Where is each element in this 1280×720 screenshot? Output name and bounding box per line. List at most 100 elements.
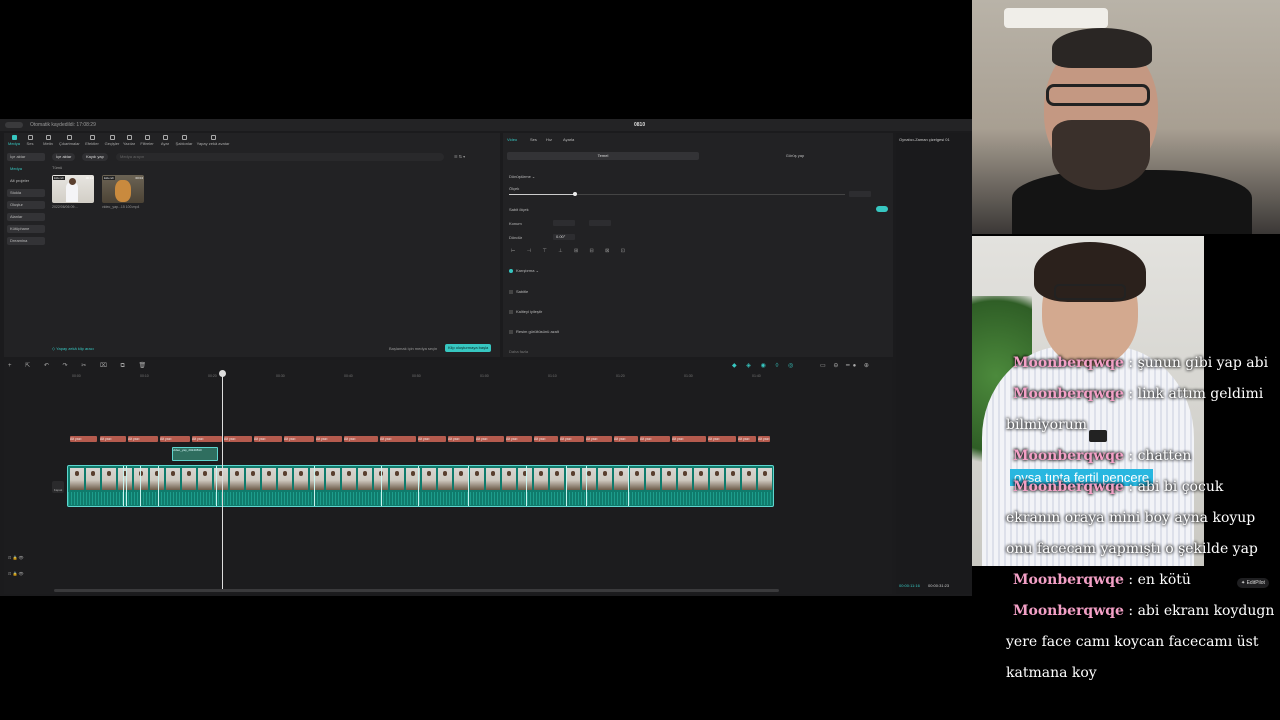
clip-cut-marker[interactable]: [566, 466, 567, 506]
edit-tools[interactable]: + ⇱ ↶ ↷ ✂ ⌧ ⧉ 🗑: [8, 362, 152, 370]
record-button[interactable]: Kaydı yap: [82, 153, 108, 161]
subtitle-clip[interactable]: Alt yazı: [284, 436, 314, 442]
clip-cut-marker[interactable]: [314, 466, 315, 506]
tab-adjust[interactable]: Ayarla: [563, 137, 574, 142]
tool-effects[interactable]: Efektler: [82, 135, 102, 146]
snap-tools[interactable]: ◆ ◈ ◉ ◊ ◎: [732, 362, 797, 369]
subtitle-clip[interactable]: Alt yazı: [418, 436, 446, 442]
tab-audio[interactable]: Ses: [530, 137, 537, 142]
enhance-section[interactable]: Kaliteyi iyileştir: [509, 309, 542, 314]
media-thumb-1[interactable]: Eklendi 00:11: [52, 175, 94, 203]
tool-templates[interactable]: Şablonlar: [174, 135, 194, 146]
ruler-tick: 00:30: [276, 374, 285, 378]
sidebar-item-stock[interactable]: Stokla: [7, 189, 45, 197]
subtitle-clip[interactable]: Alt yazı: [560, 436, 584, 442]
subtitle-clip[interactable]: Alt yazı: [128, 436, 158, 442]
subtitle-clip[interactable]: Alt yazı: [672, 436, 706, 442]
clip-cut-marker[interactable]: [526, 466, 527, 506]
tool-adjust[interactable]: Ayar: [155, 135, 175, 146]
tab-video[interactable]: Video: [507, 137, 517, 142]
media-thumb-2[interactable]: Eklendi 00:04: [102, 175, 144, 203]
subtitle-clip[interactable]: Alt yazı: [448, 436, 474, 442]
overlay-track-controls[interactable]: ⊡ 🔒 👁: [8, 571, 24, 576]
position-x-field[interactable]: [553, 220, 575, 226]
subtitle-clip[interactable]: Alt yazı: [224, 436, 252, 442]
import-button[interactable]: İçe aktar: [52, 153, 76, 161]
denoise-section[interactable]: Resim gürültüsünü azalt: [509, 329, 559, 334]
subtitle-clip[interactable]: Alt yazı: [506, 436, 532, 442]
tool-ai-avatar[interactable]: Yapay zekâ avatar: [196, 135, 230, 146]
sidebar-item-import[interactable]: İçe aktar: [7, 153, 45, 161]
transform-label[interactable]: Dönüştürme ⌄: [509, 174, 535, 179]
scale-slider-handle[interactable]: [573, 192, 577, 196]
enhance-checkbox[interactable]: [509, 309, 513, 314]
scale-slider-track[interactable]: [575, 194, 845, 195]
start-clip-button[interactable]: Klip oluşturmaya başla: [445, 344, 492, 352]
cover-button[interactable]: Kapak: [52, 481, 64, 493]
subtitle-clip[interactable]: Alt yazı: [100, 436, 126, 442]
search-input[interactable]: Medya arayın: [116, 153, 444, 161]
subtitle-clip[interactable]: Alt yazı: [254, 436, 282, 442]
zoom-controls[interactable]: ▭ ⊖ ━● ⊕: [820, 362, 872, 369]
subtitle-clip[interactable]: Alt yazı: [380, 436, 416, 442]
subtitle-clip[interactable]: Alt yazı: [738, 436, 756, 442]
subtitle-clip[interactable]: Alt yazı: [614, 436, 638, 442]
position-y-field[interactable]: [589, 220, 611, 226]
clip-cut-marker[interactable]: [140, 466, 141, 506]
tab-speed[interactable]: Hız: [546, 137, 552, 142]
tool-text[interactable]: Metin: [38, 135, 58, 146]
tool-audio[interactable]: Ses: [20, 135, 40, 146]
clip-cut-marker[interactable]: [381, 466, 382, 506]
clip-cut-marker[interactable]: [468, 466, 469, 506]
subtitle-clip[interactable]: Alt yazı: [344, 436, 378, 442]
tool-captions[interactable]: Yazılar: [119, 135, 139, 146]
timeline-ruler[interactable]: 00:00 00:10 00:20 00:30 00:40 00:50 01:0…: [64, 374, 890, 382]
clip-cut-marker[interactable]: [216, 466, 217, 506]
blend-section[interactable]: Karıştırma ⌄: [509, 268, 539, 273]
subtitle-track-controls[interactable]: ⊡ 🔒 👁: [8, 555, 24, 560]
subtitle-clip[interactable]: Alt yazı: [758, 436, 770, 442]
subtitle-clip[interactable]: Alt yazı: [640, 436, 670, 442]
window-controls[interactable]: [5, 122, 23, 128]
uniform-scale-toggle[interactable]: [876, 206, 888, 212]
inserted-clip[interactable]: video_yap_20240810: [172, 447, 218, 461]
sidebar-item-subprojects[interactable]: Alt projeler: [7, 177, 45, 185]
timeline-scrollbar[interactable]: [54, 589, 779, 592]
sidebar-item-create[interactable]: Oluştur: [7, 201, 45, 209]
subtitle-clip[interactable]: Alt yazı: [316, 436, 342, 442]
blend-checkbox[interactable]: [509, 268, 513, 273]
tab-view[interactable]: Görüş yap: [699, 152, 891, 160]
playhead[interactable]: [222, 372, 223, 590]
sidebar-item-spaces[interactable]: Alanlar: [7, 213, 45, 221]
clip-cut-marker[interactable]: [158, 466, 159, 506]
scale-value-field[interactable]: [849, 191, 871, 197]
subtitle-clip[interactable]: Alt yazı: [192, 436, 222, 442]
align-buttons[interactable]: ⊢ ⊣ ⊤ ⊥ ⊞ ⊟ ⊠ ⊡: [511, 248, 630, 254]
tool-stickers[interactable]: Çıkartmalar: [59, 135, 80, 146]
clip-cut-marker[interactable]: [126, 466, 127, 506]
clip-cut-marker[interactable]: [123, 466, 124, 506]
stabilize-section[interactable]: Sabitle: [509, 289, 528, 294]
rotate-field[interactable]: 0.00°: [553, 234, 575, 240]
subtitle-clip[interactable]: Alt yazı: [534, 436, 558, 442]
sidebar-item-library[interactable]: Kütüphane: [7, 225, 45, 233]
subtitle-clip[interactable]: Alt yazı: [160, 436, 190, 442]
clip-cut-marker[interactable]: [586, 466, 587, 506]
more-section[interactable]: Daha fazla: [509, 349, 528, 354]
stabilize-checkbox[interactable]: [509, 289, 513, 294]
playhead-handle[interactable]: [219, 370, 226, 377]
subtitle-clip[interactable]: Alt yazı: [476, 436, 504, 442]
view-toggle-icon[interactable]: ☰ ⇅ ▾: [450, 153, 469, 161]
sidebar-item-dreamina[interactable]: Dreamina: [7, 237, 45, 245]
ai-clip-tool[interactable]: ◇ Yapay zekâ klip aracı: [52, 346, 94, 351]
main-video-clip[interactable]: [67, 465, 774, 507]
tab-basic[interactable]: Temel: [507, 152, 699, 160]
clip-cut-marker[interactable]: [628, 466, 629, 506]
tool-filters[interactable]: Filtreler: [137, 135, 157, 146]
subtitle-clip[interactable]: Alt yazı: [708, 436, 736, 442]
sidebar-item-media[interactable]: Medya: [7, 165, 45, 173]
subtitle-clip[interactable]: Alt yazı: [586, 436, 612, 442]
denoise-checkbox[interactable]: [509, 329, 513, 334]
clip-cut-marker[interactable]: [418, 466, 419, 506]
subtitle-clip[interactable]: Alt yazı: [70, 436, 97, 442]
